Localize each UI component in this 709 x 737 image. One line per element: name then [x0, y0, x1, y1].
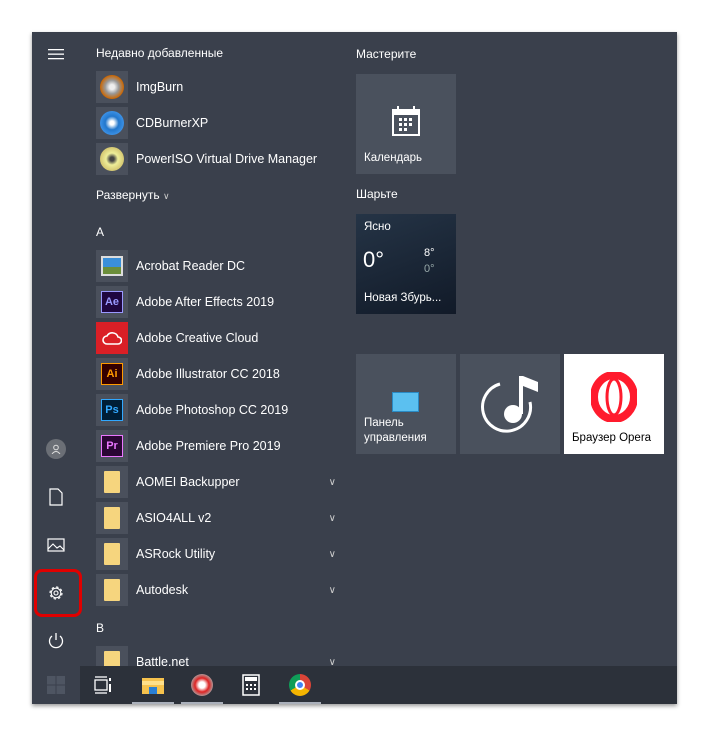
chevron-down-icon[interactable]: ∨: [329, 513, 336, 524]
opera-icon: [591, 372, 637, 422]
list-item-aomei[interactable]: AOMEI Backupper ∨: [96, 465, 336, 499]
expand-button[interactable]: Развернуть ∨: [96, 188, 170, 202]
power-icon: [48, 633, 64, 649]
documents-button[interactable]: [32, 477, 80, 517]
list-item-cdburnerxp[interactable]: CDBurnerXP: [96, 106, 336, 140]
list-item-creative-cloud[interactable]: Adobe Creative Cloud: [96, 321, 336, 355]
letter-a: A: [96, 225, 105, 239]
weather-tile[interactable]: Ясно 0° 8° 0° Новая Збурь...: [356, 214, 456, 314]
list-item-asio4all[interactable]: ASIO4ALL v2 ∨: [96, 501, 336, 535]
imgburn-icon: [96, 71, 128, 103]
letter-b: B: [96, 621, 105, 635]
tile-group-header: Шарьте: [356, 187, 398, 201]
list-item-poweriso[interactable]: PowerISO Virtual Drive Manager: [96, 142, 336, 176]
file-explorer-button[interactable]: [130, 666, 176, 704]
pictures-button[interactable]: [32, 525, 80, 565]
user-icon: [46, 439, 66, 459]
list-item-asrock[interactable]: ASRock Utility ∨: [96, 537, 336, 571]
image-icon: [47, 538, 65, 552]
chrome-button[interactable]: [277, 666, 323, 704]
recent-header: Недавно добавленные: [96, 46, 224, 60]
photoshop-icon: Ps: [96, 394, 128, 426]
control-panel-icon: [392, 392, 419, 412]
settings-highlight: [34, 569, 82, 617]
calendar-icon: [392, 106, 420, 136]
folder-icon: [96, 538, 128, 570]
start-button[interactable]: [32, 666, 80, 704]
taskbar: [80, 666, 677, 704]
music-note-icon: [481, 376, 538, 433]
task-view-button[interactable]: [80, 666, 126, 704]
cdburnerxp-icon: [96, 107, 128, 139]
list-item-imgburn[interactable]: ImgBurn: [96, 70, 336, 104]
chrome-icon: [289, 674, 311, 696]
windows-icon: [47, 676, 65, 694]
folder-icon: [96, 502, 128, 534]
user-button[interactable]: [32, 429, 80, 469]
calculator-icon: [242, 674, 260, 696]
chevron-down-icon: ∨: [162, 191, 170, 201]
tile-group-header: Мастерите: [356, 47, 417, 61]
chevron-down-icon[interactable]: ∨: [329, 585, 336, 596]
list-item-after-effects[interactable]: Ae Adobe After Effects 2019: [96, 285, 336, 319]
creative-cloud-icon: [96, 322, 128, 354]
chevron-down-icon[interactable]: ∨: [329, 549, 336, 560]
opera-tile[interactable]: Браузер Opera: [564, 354, 664, 454]
list-item-premiere[interactable]: Pr Adobe Premiere Pro 2019: [96, 429, 336, 463]
document-icon: [49, 488, 63, 506]
app-button[interactable]: [179, 666, 225, 704]
groove-music-tile[interactable]: [460, 354, 560, 454]
calendar-tile[interactable]: Календарь: [356, 74, 456, 174]
folder-icon: [96, 466, 128, 498]
after-effects-icon: Ae: [96, 286, 128, 318]
control-panel-tile[interactable]: Панель управления: [356, 354, 456, 454]
list-item-photoshop[interactable]: Ps Adobe Photoshop CC 2019: [96, 393, 336, 427]
start-menu: Недавно добавленные ImgBurn CDBurnerXP P…: [32, 32, 677, 704]
spartan-app-icon: [191, 674, 213, 696]
task-view-icon: [94, 676, 111, 694]
folder-icon: [96, 574, 128, 606]
folder-icon: [142, 678, 164, 694]
list-item-illustrator[interactable]: Ai Adobe Illustrator CC 2018: [96, 357, 336, 391]
list-item-acrobat[interactable]: Acrobat Reader DC: [96, 249, 336, 283]
illustrator-icon: Ai: [96, 358, 128, 390]
chevron-down-icon[interactable]: ∨: [329, 477, 336, 488]
acrobat-icon: [96, 250, 128, 282]
power-button[interactable]: [32, 621, 80, 661]
hamburger-menu-button[interactable]: [32, 34, 80, 74]
hamburger-icon: [48, 49, 64, 60]
premiere-icon: Pr: [96, 430, 128, 462]
calculator-button[interactable]: [228, 666, 274, 704]
list-item-autodesk[interactable]: Autodesk ∨: [96, 573, 336, 607]
poweriso-icon: [96, 143, 128, 175]
